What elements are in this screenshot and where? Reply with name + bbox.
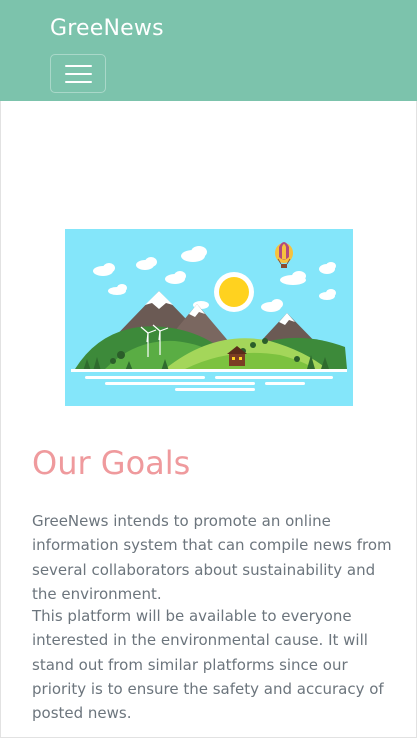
section-title-our-goals: Our Goals xyxy=(32,444,191,482)
brand-logo-link[interactable]: GreeNews xyxy=(50,16,164,41)
navbar-toggle-button[interactable] xyxy=(50,54,106,93)
goals-paragraph-platform: This platform will be available to every… xyxy=(32,607,384,723)
hamburger-icon-line xyxy=(65,81,92,83)
navbar: GreeNews xyxy=(0,0,417,101)
goals-paragraph-intro: GreeNews intends to promote an online in… xyxy=(32,512,392,603)
island-landscape-illustration xyxy=(65,229,353,406)
hamburger-icon-line xyxy=(65,73,92,75)
hamburger-icon xyxy=(65,65,92,67)
